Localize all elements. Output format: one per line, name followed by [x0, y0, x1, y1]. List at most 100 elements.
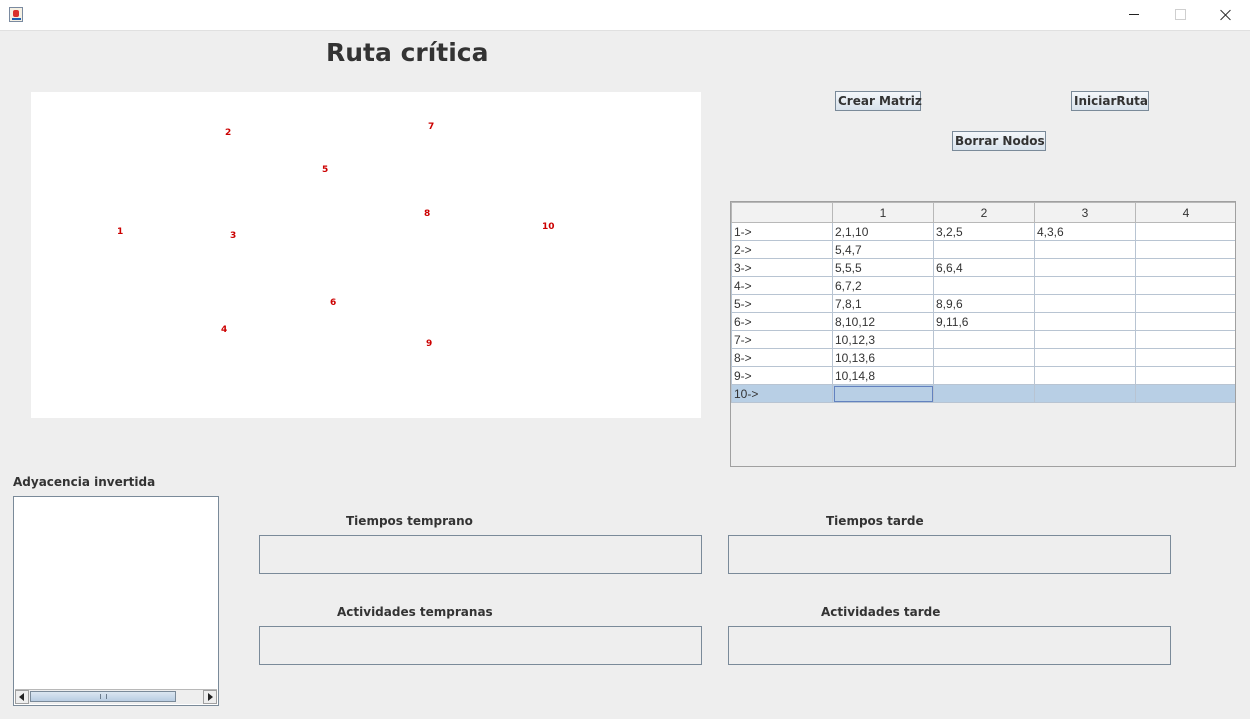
- table-cell[interactable]: [1034, 258, 1136, 277]
- table-cell[interactable]: 5,5,5: [832, 258, 934, 277]
- tiempos-tarde-field[interactable]: [728, 535, 1171, 574]
- iniciar-ruta-button[interactable]: IniciarRuta: [1071, 91, 1149, 111]
- table-cell[interactable]: [933, 276, 1035, 295]
- table-cell[interactable]: 8,10,12: [832, 312, 934, 331]
- graph-node-4[interactable]: 4: [221, 325, 227, 335]
- graph-node-1[interactable]: 1: [117, 227, 123, 237]
- borrar-nodos-button[interactable]: Borrar Nodos: [952, 131, 1046, 151]
- table-cell[interactable]: 6,6,4: [933, 258, 1035, 277]
- graph-node-8[interactable]: 8: [424, 209, 430, 219]
- table-cell[interactable]: 4,3,6: [1034, 222, 1136, 241]
- table-header-row: 1 2 3 4: [731, 202, 1235, 223]
- horizontal-scrollbar[interactable]: [15, 689, 217, 704]
- graph-canvas[interactable]: 1 2 3 4 5 6 7 8 9 10: [31, 92, 701, 418]
- table-row[interactable]: 8-> 10,13,6: [731, 348, 1235, 367]
- graph-node-3[interactable]: 3: [230, 231, 236, 241]
- column-header[interactable]: 1: [832, 202, 934, 223]
- table-cell[interactable]: [1034, 294, 1136, 313]
- tiempos-tarde-label: Tiempos tarde: [826, 514, 924, 528]
- table-cell[interactable]: 8->: [731, 348, 833, 367]
- table-cell[interactable]: 5->: [731, 294, 833, 313]
- table-cell[interactable]: 9,11,6: [933, 312, 1035, 331]
- table-row[interactable]: 6-> 8,10,12 9,11,6: [731, 312, 1235, 331]
- table-cell[interactable]: 2->: [731, 240, 833, 259]
- table-cell[interactable]: 10,12,3: [832, 330, 934, 349]
- table-cell[interactable]: [1135, 384, 1235, 403]
- graph-node-7[interactable]: 7: [428, 122, 434, 132]
- scrollbar-thumb[interactable]: [30, 691, 176, 702]
- column-header[interactable]: 3: [1034, 202, 1136, 223]
- table-cell[interactable]: 5,4,7: [832, 240, 934, 259]
- table-cell[interactable]: 1->: [731, 222, 833, 241]
- table-row[interactable]: 4-> 6,7,2: [731, 276, 1235, 295]
- matrix-table-scrollpane[interactable]: 1 2 3 4 1-> 2,1,10 3,2,5 4,3,6 2-> 5,4,7: [730, 201, 1236, 467]
- adjacency-matrix-table[interactable]: 1 2 3 4 1-> 2,1,10 3,2,5 4,3,6 2-> 5,4,7: [731, 202, 1235, 403]
- table-cell[interactable]: 10,13,6: [832, 348, 934, 367]
- column-header[interactable]: [731, 202, 833, 223]
- table-cell[interactable]: [1135, 258, 1235, 277]
- table-cell[interactable]: 7->: [731, 330, 833, 349]
- table-cell[interactable]: 2,1,10: [832, 222, 934, 241]
- graph-node-6[interactable]: 6: [330, 298, 336, 308]
- table-cell[interactable]: [1135, 222, 1235, 241]
- table-cell[interactable]: 6->: [731, 312, 833, 331]
- table-cell[interactable]: [1135, 330, 1235, 349]
- table-cell[interactable]: [933, 330, 1035, 349]
- crear-matriz-button[interactable]: Crear Matriz: [835, 91, 922, 111]
- actividades-tarde-field[interactable]: [728, 626, 1171, 665]
- table-cell[interactable]: [1034, 330, 1136, 349]
- scroll-right-arrow-icon[interactable]: [203, 690, 217, 704]
- table-cell[interactable]: [1034, 312, 1136, 331]
- table-cell[interactable]: [1034, 348, 1136, 367]
- graph-node-10[interactable]: 10: [542, 222, 555, 232]
- table-cell[interactable]: [1034, 366, 1136, 385]
- table-cell[interactable]: [933, 240, 1035, 259]
- actividades-tempranas-label: Actividades tempranas: [337, 605, 493, 619]
- table-row[interactable]: 5-> 7,8,1 8,9,6: [731, 294, 1235, 313]
- table-cell[interactable]: [933, 348, 1035, 367]
- window-titlebar: [0, 0, 1250, 31]
- java-cup-icon: [9, 7, 23, 22]
- column-header[interactable]: 4: [1135, 202, 1235, 223]
- minimize-icon[interactable]: [1111, 0, 1157, 30]
- table-cell[interactable]: 7,8,1: [832, 294, 934, 313]
- scroll-left-arrow-icon[interactable]: [15, 690, 29, 704]
- table-cell[interactable]: 9->: [731, 366, 833, 385]
- table-cell[interactable]: [933, 384, 1035, 403]
- table-cell[interactable]: [1135, 366, 1235, 385]
- table-cell[interactable]: [1034, 240, 1136, 259]
- table-row[interactable]: 1-> 2,1,10 3,2,5 4,3,6: [731, 222, 1235, 241]
- table-cell[interactable]: 4->: [731, 276, 833, 295]
- table-cell[interactable]: [1135, 312, 1235, 331]
- page-title: Ruta crítica: [326, 38, 489, 67]
- table-cell[interactable]: 8,9,6: [933, 294, 1035, 313]
- table-cell[interactable]: 3,2,5: [933, 222, 1035, 241]
- graph-node-5[interactable]: 5: [322, 165, 328, 175]
- maximize-icon[interactable]: [1157, 0, 1203, 30]
- column-header[interactable]: 2: [933, 202, 1035, 223]
- table-row[interactable]: 9-> 10,14,8: [731, 366, 1235, 385]
- table-cell[interactable]: [1135, 348, 1235, 367]
- table-cell[interactable]: 10,14,8: [832, 366, 934, 385]
- table-cell-focused[interactable]: [832, 384, 934, 403]
- table-cell[interactable]: [1135, 276, 1235, 295]
- table-row[interactable]: 7-> 10,12,3: [731, 330, 1235, 349]
- table-cell[interactable]: 10->: [731, 384, 833, 403]
- actividades-tempranas-field[interactable]: [259, 626, 702, 665]
- table-row[interactable]: 3-> 5,5,5 6,6,4: [731, 258, 1235, 277]
- table-cell[interactable]: 6,7,2: [832, 276, 934, 295]
- graph-node-2[interactable]: 2: [225, 128, 231, 138]
- table-cell[interactable]: 3->: [731, 258, 833, 277]
- close-icon[interactable]: [1203, 0, 1249, 30]
- tiempos-temprano-label: Tiempos temprano: [346, 514, 473, 528]
- table-cell[interactable]: [1135, 294, 1235, 313]
- adyacencia-invertida-textarea[interactable]: [13, 496, 219, 706]
- table-cell[interactable]: [933, 366, 1035, 385]
- table-cell[interactable]: [1034, 384, 1136, 403]
- table-row[interactable]: 2-> 5,4,7: [731, 240, 1235, 259]
- table-cell[interactable]: [1034, 276, 1136, 295]
- table-cell[interactable]: [1135, 240, 1235, 259]
- tiempos-temprano-field[interactable]: [259, 535, 702, 574]
- graph-node-9[interactable]: 9: [426, 339, 432, 349]
- table-row-selected[interactable]: 10->: [731, 384, 1235, 403]
